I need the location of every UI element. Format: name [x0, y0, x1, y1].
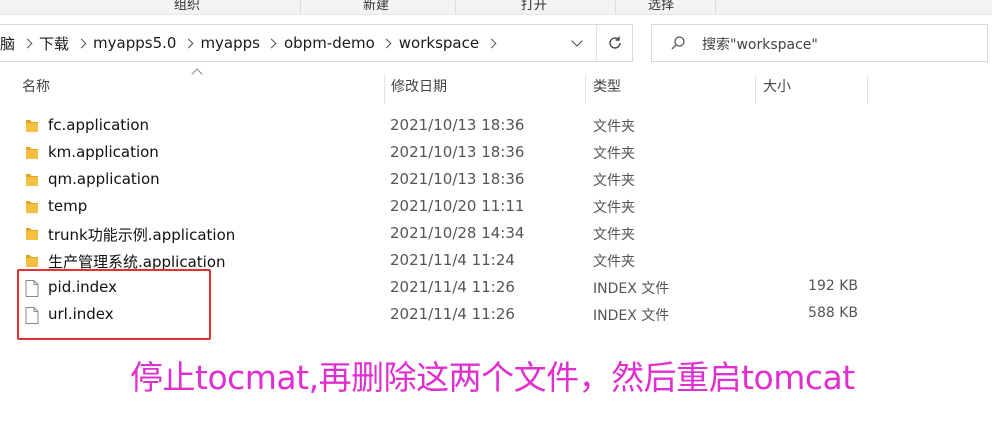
sort-ascending-icon	[191, 68, 203, 80]
file-row[interactable]: temp 2021/10/20 11:11 文件夹	[0, 194, 992, 221]
file-modified: 2021/11/4 11:26	[390, 278, 515, 296]
highlight-box	[17, 269, 211, 340]
chevron-right-icon[interactable]	[264, 25, 280, 61]
file-row[interactable]: km.application 2021/10/13 18:36 文件夹	[0, 140, 992, 167]
file-type: 文件夹	[593, 254, 635, 270]
file-name[interactable]: fc.application	[48, 116, 149, 134]
file-type: 文件夹	[593, 146, 635, 162]
folder-icon	[25, 118, 39, 134]
file-type: 文件夹	[593, 227, 635, 243]
ribbon-group-open: 打开	[521, 0, 548, 13]
file-name[interactable]: qm.application	[48, 170, 160, 188]
column-header-type[interactable]: 类型	[593, 76, 621, 102]
search-input[interactable]: 搜索"workspace"	[651, 24, 988, 62]
ribbon-group-labels: 组织 新建 打开 选择	[0, 0, 992, 15]
annotation-text: 停止tocmat,再删除这两个文件，然后重启tomcat	[130, 358, 855, 397]
file-modified: 2021/10/13 18:36	[390, 143, 525, 161]
file-type: 文件夹	[593, 200, 635, 216]
breadcrumb-item-obpm-demo[interactable]: obpm-demo	[280, 34, 379, 52]
ribbon-divider	[455, 0, 456, 14]
folder-icon	[25, 199, 39, 215]
breadcrumb-item-workspace[interactable]: workspace	[395, 34, 483, 52]
file-name[interactable]: km.application	[48, 143, 159, 161]
file-modified: 2021/11/4 11:26	[390, 305, 515, 323]
ribbon-divider	[300, 0, 301, 14]
file-type: 文件夹	[593, 119, 635, 135]
chevron-right-icon[interactable]	[379, 25, 395, 61]
file-type: INDEX 文件	[593, 308, 670, 324]
column-header-modified[interactable]: 修改日期	[391, 76, 447, 102]
ribbon-divider	[615, 0, 616, 14]
file-modified: 2021/11/4 11:24	[390, 251, 515, 269]
search-icon	[671, 36, 685, 50]
chevron-right-icon[interactable]	[73, 25, 89, 61]
file-modified: 2021/10/28 14:34	[390, 224, 525, 242]
folder-icon	[25, 172, 39, 188]
chevron-right-icon[interactable]	[483, 25, 499, 61]
folder-icon	[25, 226, 39, 242]
file-size: 192 KB	[808, 278, 858, 294]
column-header-size[interactable]: 大小	[763, 76, 791, 102]
file-type: INDEX 文件	[593, 281, 670, 297]
file-row[interactable]: qm.application 2021/10/13 18:36 文件夹	[0, 167, 992, 194]
column-divider[interactable]	[585, 74, 586, 104]
breadcrumb: 脑 下载 myapps5.0 myapps obpm-demo workspac…	[0, 25, 499, 61]
file-size: 588 KB	[808, 305, 858, 321]
breadcrumb-item-myapps[interactable]: myapps	[196, 34, 264, 52]
breadcrumb-item-root[interactable]: 脑	[0, 33, 19, 54]
refresh-button[interactable]	[596, 25, 633, 61]
breadcrumb-item-myapps5[interactable]: myapps5.0	[89, 34, 180, 52]
ribbon-group-organize: 组织	[174, 0, 201, 13]
column-header-name[interactable]: 名称	[22, 76, 50, 102]
ribbon-divider	[715, 0, 716, 14]
file-row[interactable]: fc.application 2021/10/13 18:36 文件夹	[0, 113, 992, 140]
search-placeholder: 搜索"workspace"	[702, 37, 818, 53]
file-name[interactable]: temp	[48, 197, 87, 215]
file-modified: 2021/10/13 18:36	[390, 116, 525, 134]
address-history-button[interactable]	[559, 25, 595, 61]
column-divider[interactable]	[384, 74, 385, 104]
chevron-right-icon[interactable]	[19, 25, 35, 61]
column-divider[interactable]	[867, 74, 868, 104]
file-name[interactable]: trunk功能示例.application	[48, 224, 235, 245]
file-row[interactable]: trunk功能示例.application 2021/10/28 14:34 文件夹	[0, 221, 992, 248]
file-modified: 2021/10/13 18:36	[390, 170, 525, 188]
file-modified: 2021/10/20 11:11	[390, 197, 525, 215]
folder-icon	[25, 145, 39, 161]
chevron-down-icon	[571, 35, 583, 47]
column-divider[interactable]	[755, 74, 756, 104]
folder-icon	[25, 253, 39, 269]
file-type: 文件夹	[593, 173, 635, 189]
ribbon-group-select: 选择	[648, 0, 675, 13]
address-bar[interactable]: 脑 下载 myapps5.0 myapps obpm-demo workspac…	[0, 24, 633, 62]
chevron-right-icon[interactable]	[180, 25, 196, 61]
refresh-icon	[609, 36, 621, 49]
breadcrumb-item-downloads[interactable]: 下载	[35, 33, 73, 54]
ribbon-group-new: 新建	[363, 0, 390, 13]
